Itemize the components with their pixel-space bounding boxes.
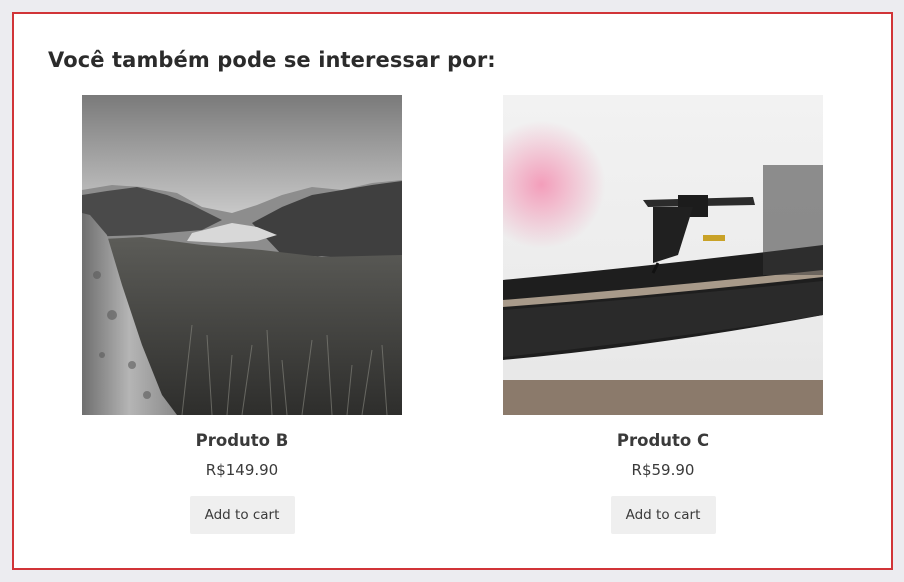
add-to-cart-button[interactable]: Add to cart: [610, 496, 716, 534]
section-heading: Você também pode se interessar por:: [48, 48, 496, 72]
product-card-c: Produto C R$59.90 Add to cart: [503, 95, 823, 534]
product-title[interactable]: Produto B: [82, 430, 402, 452]
related-products-panel: Você também pode se interessar por: Prod…: [12, 12, 893, 570]
product-card-b: Produto B R$149.90 Add to cart: [82, 95, 402, 534]
product-title[interactable]: Produto C: [503, 430, 823, 452]
product-price: R$149.90: [205, 461, 279, 479]
add-to-cart-button[interactable]: Add to cart: [189, 496, 295, 534]
product-price: R$59.90: [631, 461, 695, 479]
product-image-landscape[interactable]: [82, 95, 402, 415]
product-image-turntable[interactable]: [503, 95, 823, 415]
